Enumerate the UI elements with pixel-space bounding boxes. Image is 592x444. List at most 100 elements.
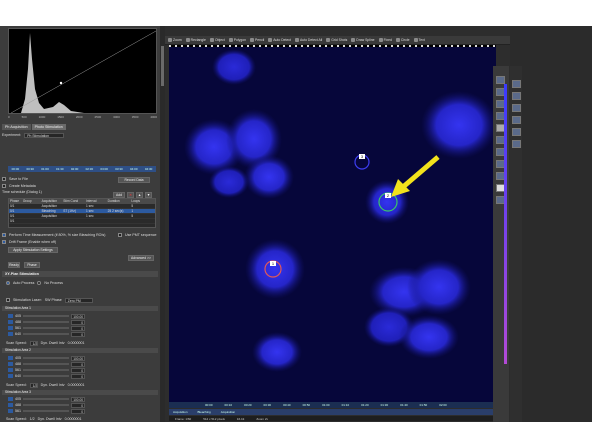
tool-icon[interactable]: [512, 80, 521, 88]
hist-tick: 2000: [75, 115, 83, 119]
value-field[interactable]: 0: [71, 373, 85, 379]
time-tick: 02:00: [70, 167, 79, 171]
tool-label: Auto Detect: [273, 38, 291, 42]
advanced-button[interactable]: Advanced >>: [128, 255, 154, 261]
wl-label: 561: [15, 326, 21, 330]
tool-zoom[interactable]: Zoom: [168, 38, 182, 42]
microscopy-image[interactable]: 3 2 1: [169, 47, 496, 402]
slider[interactable]: [23, 410, 69, 412]
phase-bar[interactable]: Acquisition Bleaching Acquisition: [169, 409, 496, 415]
cell: [23, 209, 42, 213]
tool-rectangle[interactable]: Rectangle: [185, 38, 206, 42]
mode-row: Auto Process No Process: [6, 280, 63, 286]
roi-group-title: Stimulation Area 2: [2, 348, 158, 353]
pmt-checkbox[interactable]: [118, 233, 122, 237]
timeline-tick: 00:20: [244, 403, 252, 407]
hist-tick: 1000: [38, 115, 46, 119]
auto-process-radio[interactable]: [6, 281, 10, 285]
value-field[interactable]: 0: [71, 408, 85, 414]
scan-speed-field[interactable]: 1/2: [30, 417, 35, 421]
tool-grid-shots[interactable]: Grid Shots: [326, 38, 347, 42]
scan-unit2: 0.0000001: [64, 417, 82, 421]
wl-label: 405: [15, 314, 21, 318]
tool-fixed[interactable]: Fixed: [378, 38, 392, 42]
tab-photo-stimulation[interactable]: Photo Stimulation: [31, 124, 66, 130]
experiment-field[interactable]: Ph Stimulation: [24, 132, 65, 138]
cell: 5: [131, 214, 134, 218]
value-field[interactable]: 100.00: [71, 396, 85, 402]
lut-stripe: [504, 84, 507, 364]
value-field[interactable]: 100.00: [71, 313, 85, 319]
record-data-button[interactable]: Record Data: [118, 177, 150, 183]
cell: 1 sec: [85, 209, 94, 213]
time-tick: 00:00: [11, 167, 20, 171]
ready-button[interactable]: Ready: [8, 262, 20, 268]
tool-icon[interactable]: [512, 116, 521, 124]
roi-group-1: 405 100.00 488 0 561 0 640 0: [8, 313, 85, 337]
tool-icon: [228, 38, 233, 42]
cell: 1 sec: [85, 204, 94, 208]
cell: [23, 204, 42, 208]
value-field[interactable]: 0: [71, 319, 85, 325]
tool-draw-spline[interactable]: Draw Spline: [351, 38, 375, 42]
save-checkbox[interactable]: [2, 177, 6, 181]
slider[interactable]: [23, 333, 69, 335]
drift-checkbox[interactable]: [2, 240, 6, 244]
timeline-bar[interactable]: 00:00 00:10 00:20 00:30 00:40 00:50 01:00 01:10…: [169, 402, 496, 408]
tool-icon: [413, 38, 418, 42]
value-field[interactable]: 0: [71, 325, 85, 331]
metadata-checkbox[interactable]: [2, 184, 6, 188]
time-scale-bar[interactable]: 00:00 00:30 01:00 01:30 02:00 02:30 03:00 03:30…: [8, 166, 156, 172]
nuclei-cluster-right: [364, 259, 471, 359]
tool-auto-detect[interactable]: Auto Detect: [268, 38, 291, 42]
slider[interactable]: [23, 404, 69, 406]
laser-select[interactable]: Zero PM: [64, 297, 93, 303]
cell: Acquisition: [41, 214, 57, 218]
tool-auto-detect-all[interactable]: Auto Detect All: [295, 38, 322, 42]
scan-unit2: 0.0000001: [67, 341, 85, 345]
roi-group-title: Stimulation Area 3: [2, 390, 158, 395]
slider[interactable]: [23, 315, 69, 317]
perform-time-checkbox[interactable]: [2, 233, 6, 237]
tool-icon[interactable]: [512, 92, 521, 100]
tool-icon[interactable]: [512, 104, 521, 112]
apply-stimulation-button[interactable]: Apply Stimulation Settings: [8, 247, 58, 253]
phase-button[interactable]: Phase: [24, 262, 40, 268]
value-field[interactable]: 0: [71, 361, 85, 367]
value-field[interactable]: 0: [71, 331, 85, 337]
scan-speed-field[interactable]: 1/2: [29, 340, 38, 346]
slider[interactable]: [23, 321, 69, 323]
no-process-radio[interactable]: [37, 281, 42, 285]
slider[interactable]: [23, 369, 69, 371]
wl-label: 488: [15, 403, 21, 407]
value-field[interactable]: 0: [71, 367, 85, 373]
slider[interactable]: [23, 357, 69, 359]
tool-polygon[interactable]: Polygon: [228, 38, 246, 42]
slider[interactable]: [23, 375, 69, 377]
slider[interactable]: [23, 398, 69, 400]
value-field[interactable]: 0: [71, 402, 85, 408]
tool-label: Fixed: [383, 38, 392, 42]
tool-text[interactable]: Text: [413, 38, 425, 42]
tool-icon[interactable]: [512, 140, 521, 148]
laser-checkbox[interactable]: [6, 298, 10, 302]
scan-speed-field[interactable]: 1/2: [29, 382, 38, 388]
tool-object[interactable]: Object: [209, 38, 225, 42]
tool-circle[interactable]: Circle: [395, 38, 410, 42]
slider[interactable]: [23, 327, 69, 329]
wl-label: 488: [15, 362, 21, 366]
tool-pencil[interactable]: Pencil: [250, 38, 264, 42]
tool-icon: [295, 38, 299, 42]
timeline-tick: 01:20: [361, 403, 369, 407]
tool-icon: [168, 38, 172, 42]
slider[interactable]: [23, 363, 69, 365]
value-field[interactable]: 100.00: [71, 355, 85, 361]
tool-icon[interactable]: [512, 128, 521, 136]
save-label: Save to File: [9, 177, 28, 181]
tool-icon[interactable]: [496, 76, 505, 84]
scan-unit: Dyn. Dwell Intv: [40, 383, 65, 387]
tool-label: Object: [214, 38, 225, 42]
timeline-tick: 00:00: [205, 403, 213, 407]
table-row[interactable]: 0/1: [9, 219, 155, 224]
tab-ph-acquisition[interactable]: Ph Acquisition: [2, 124, 31, 130]
